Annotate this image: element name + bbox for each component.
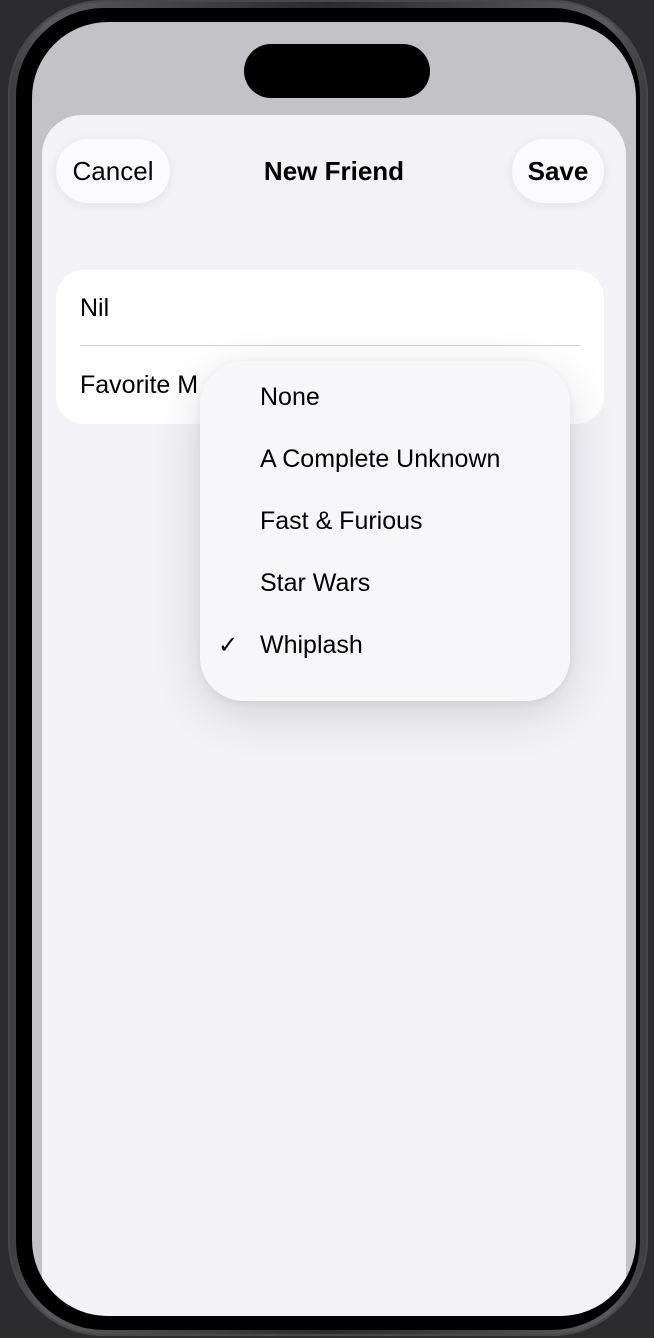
menu-item-label: Fast & Furious — [260, 506, 423, 535]
phone-screen: Cancel New Friend Save Nil Favorite M No… — [32, 22, 636, 1316]
menu-item-a-complete-unknown[interactable]: A Complete Unknown — [200, 428, 570, 490]
phone-frame: Cancel New Friend Save Nil Favorite M No… — [8, 0, 648, 1336]
new-friend-sheet: Cancel New Friend Save Nil Favorite M No… — [42, 115, 626, 1316]
menu-item-none[interactable]: None — [200, 366, 570, 428]
menu-item-label: None — [260, 382, 320, 411]
favorite-movie-menu: None A Complete Unknown Fast & Furious S… — [200, 361, 570, 701]
menu-item-label: A Complete Unknown — [260, 444, 501, 473]
name-field[interactable]: Nil — [80, 294, 109, 323]
menu-item-whiplash[interactable]: ✓ Whiplash — [200, 614, 570, 676]
menu-item-fast-and-furious[interactable]: Fast & Furious — [200, 490, 570, 552]
save-button[interactable]: Save — [512, 139, 604, 203]
menu-item-label: Star Wars — [260, 568, 371, 597]
menu-item-label: Whiplash — [260, 630, 363, 659]
checkmark-icon: ✓ — [218, 631, 239, 659]
menu-item-star-wars[interactable]: Star Wars — [200, 552, 570, 614]
dynamic-island — [244, 44, 430, 98]
favorite-movie-picker-label[interactable]: Favorite M — [80, 371, 198, 400]
divider — [80, 345, 580, 346]
